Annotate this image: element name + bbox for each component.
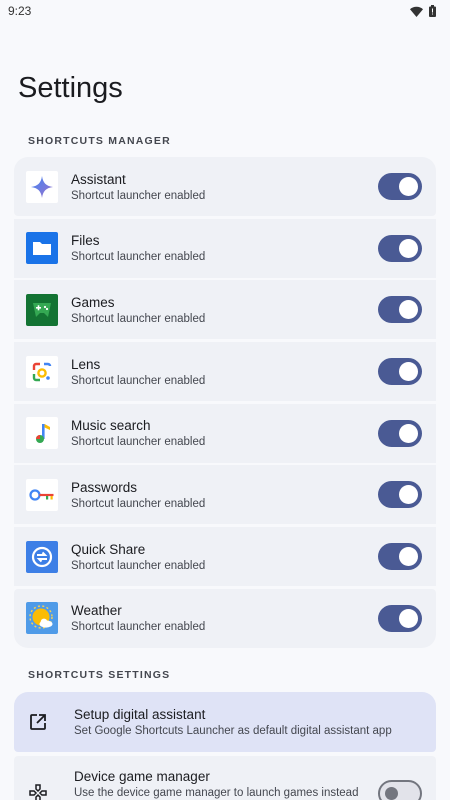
setup-digital-assistant-row[interactable]: Setup digital assistant Set Google Short… (14, 692, 436, 752)
shortcut-toggle-assistant[interactable] (378, 173, 422, 200)
shortcut-subtitle: Shortcut launcher enabled (71, 374, 206, 387)
setup-digital-assistant-subtitle: Set Google Shortcuts Launcher as default… (74, 725, 392, 737)
shortcut-title: Files (71, 233, 100, 249)
shortcut-subtitle: Shortcut launcher enabled (71, 559, 206, 572)
assistant-icon (26, 170, 58, 203)
battery-icon (429, 5, 436, 17)
shortcut-subtitle: Shortcut launcher enabled (71, 621, 206, 634)
shortcut-subtitle: Shortcut launcher enabled (71, 189, 206, 202)
section-header-shortcuts-settings: SHORTCUTS SETTINGS (28, 669, 171, 681)
shortcut-row-lens[interactable]: Lens Shortcut launcher enabled (14, 342, 436, 402)
wifi-icon (410, 6, 423, 17)
shortcut-subtitle: Shortcut launcher enabled (71, 436, 206, 449)
status-icons (410, 5, 436, 17)
device-game-manager-row[interactable]: Device game manager Use the device game … (14, 756, 436, 800)
device-game-manager-toggle[interactable] (378, 779, 422, 800)
shortcut-title: Assistant (71, 171, 126, 187)
shortcut-row-quick-share[interactable]: Quick Share Shortcut launcher enabled (14, 527, 436, 587)
shortcut-title: Quick Share (71, 541, 146, 557)
games-icon (26, 293, 58, 326)
weather-icon (26, 602, 58, 635)
quick-share-icon (26, 540, 58, 573)
page-title: Settings (18, 72, 123, 104)
shortcut-toggle-games[interactable] (378, 296, 422, 324)
files-icon (26, 232, 58, 265)
shortcut-row-passwords[interactable]: Passwords Shortcut launcher enabled (14, 465, 436, 525)
shortcut-row-games[interactable]: Games Shortcut launcher enabled (14, 280, 436, 340)
shortcut-toggle-music-search[interactable] (378, 419, 422, 447)
gamepad-icon (28, 784, 48, 800)
status-bar: 9:23 (0, 0, 450, 22)
shortcut-toggle-passwords[interactable] (378, 481, 422, 509)
shortcut-title: Weather (71, 603, 122, 619)
device-game-manager-title: Device game manager (74, 769, 210, 784)
setup-digital-assistant-title: Setup digital assistant (74, 707, 206, 722)
shortcut-toggle-lens[interactable] (378, 358, 422, 386)
shortcut-subtitle: Shortcut launcher enabled (71, 251, 206, 264)
status-time: 9:23 (8, 4, 32, 18)
lens-icon (26, 355, 58, 388)
music-search-icon (26, 417, 58, 450)
shortcut-subtitle: Shortcut launcher enabled (71, 497, 206, 510)
shortcut-row-weather[interactable]: Weather Shortcut launcher enabled (14, 588, 436, 648)
shortcuts-manager-list: Assistant Shortcut launcher enabled File… (14, 157, 436, 651)
device-game-manager-subtitle: Use the device game manager to launch ga… (74, 787, 359, 799)
passwords-icon (26, 478, 58, 511)
open-external-icon (28, 713, 48, 731)
shortcut-toggle-files[interactable] (378, 234, 422, 262)
shortcut-row-music-search[interactable]: Music search Shortcut launcher enabled (14, 403, 436, 463)
shortcut-row-assistant[interactable]: Assistant Shortcut launcher enabled (14, 157, 436, 216)
shortcut-row-files[interactable]: Files Shortcut launcher enabled (14, 218, 436, 278)
section-header-shortcuts-manager: SHORTCUTS MANAGER (28, 135, 171, 147)
shortcut-title: Passwords (71, 479, 138, 495)
shortcut-toggle-weather[interactable] (378, 604, 422, 632)
shortcut-title: Music search (71, 418, 151, 434)
shortcut-subtitle: Shortcut launcher enabled (71, 312, 206, 325)
shortcut-title: Games (71, 294, 115, 310)
shortcut-toggle-quick-share[interactable] (378, 543, 422, 571)
shortcut-title: Lens (71, 356, 101, 372)
